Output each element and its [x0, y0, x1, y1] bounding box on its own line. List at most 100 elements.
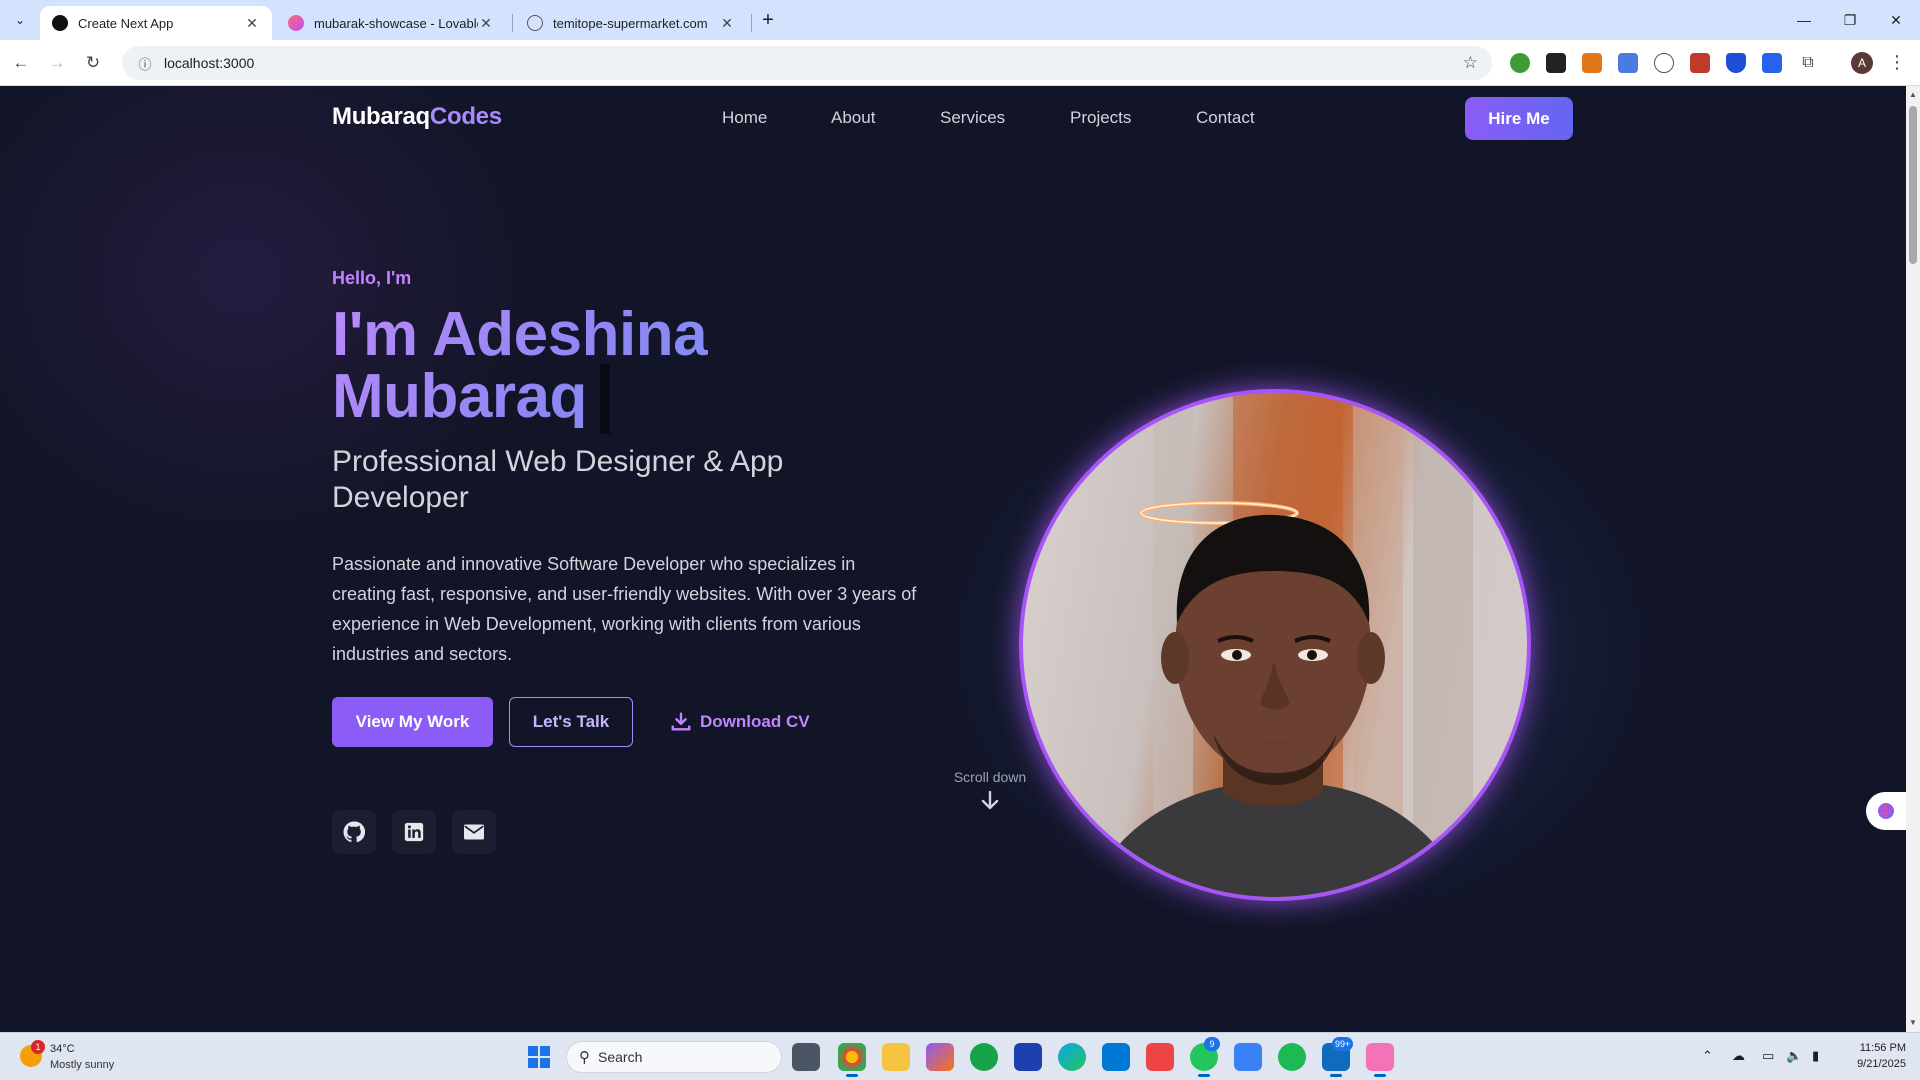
hero-bio: Passionate and innovative Software Devel… [332, 554, 917, 664]
brain-icon [1878, 803, 1894, 819]
back-arrow-icon[interactable]: ← [8, 50, 34, 76]
network-icon[interactable]: ▭ [1762, 1048, 1774, 1064]
tab-separator [751, 14, 752, 32]
browser-toolbar: ← → ↻ ⓘ localhost:3000 ☆ ⧉ A ⋮ [0, 40, 1920, 86]
tab-separator [512, 14, 513, 32]
app-store-icon[interactable] [1234, 1043, 1262, 1071]
page-viewport: MubaraqCodes Home About Services Project… [0, 86, 1906, 1032]
onedrive-icon[interactable]: ☁ [1732, 1048, 1745, 1064]
minimize-icon[interactable]: — [1786, 6, 1822, 34]
logo-main: Mubaraq [332, 103, 430, 130]
hire-me-button[interactable]: Hire Me [1465, 97, 1573, 140]
tray-chevron-icon[interactable]: ⌃ [1702, 1048, 1713, 1064]
task-view-icon[interactable] [792, 1043, 820, 1071]
spotify-icon[interactable] [1278, 1043, 1306, 1071]
clock-date[interactable]: 9/21/2025 [1846, 1058, 1906, 1070]
nav-link-projects[interactable]: Projects [1070, 108, 1131, 128]
view-my-work-button[interactable]: View My Work [332, 697, 493, 747]
hero-role: Professional Web Designer & App Develope… [332, 445, 784, 514]
weather-description[interactable]: Mostly sunny [50, 1059, 114, 1071]
restore-icon[interactable]: ❐ [1832, 6, 1868, 34]
github-link[interactable] [332, 810, 376, 854]
lovable-favicon-icon [288, 15, 304, 31]
tab-temitope-supermarket[interactable]: temitope-supermarket.com ✕ [515, 6, 747, 40]
url-text[interactable]: localhost:3000 [164, 55, 254, 71]
browser-menu-icon[interactable]: ⋮ [1888, 52, 1906, 73]
file-explorer-icon[interactable] [882, 1043, 910, 1071]
search-label: Search [598, 1049, 643, 1065]
volume-icon[interactable]: 🔈 [1786, 1048, 1802, 1064]
weather-temperature[interactable]: 34°C [50, 1043, 75, 1055]
extension-shield-icon[interactable] [1726, 53, 1746, 73]
linkedin-link[interactable] [392, 810, 436, 854]
vscode-icon[interactable] [1102, 1043, 1130, 1071]
nav-link-home[interactable]: Home [722, 108, 767, 128]
window-close-icon[interactable]: ✕ [1878, 6, 1914, 34]
site-info-icon[interactable]: ⓘ [130, 54, 160, 73]
windows-start-icon[interactable] [528, 1046, 550, 1068]
extension-blue-icon[interactable] [1762, 53, 1782, 73]
scrollbar-thumb[interactable] [1909, 106, 1917, 264]
metamask-extension-icon[interactable] [1582, 53, 1602, 73]
floating-assistant-widget[interactable] [1866, 792, 1906, 830]
hero-name-line1: I'm Adeshina [332, 300, 708, 369]
download-cv-label: Download CV [700, 712, 810, 731]
nav-link-contact[interactable]: Contact [1196, 108, 1255, 128]
tab-close-icon[interactable]: ✕ [244, 15, 260, 31]
whatsapp-badge: 9 [1204, 1037, 1220, 1051]
tab-title: mubarak-showcase - Lovable [314, 15, 478, 31]
extension-green-icon[interactable] [1510, 53, 1530, 73]
hero-name: I'm Adeshina Mubaraq [332, 304, 892, 428]
outlook-badge: 99+ [1332, 1037, 1354, 1051]
hero-name-line2: Mubaraq [332, 362, 587, 431]
nav-link-services[interactable]: Services [940, 108, 1005, 128]
site-navbar: MubaraqCodes Home About Services Project… [0, 86, 1906, 148]
tab-close-icon[interactable]: ✕ [478, 15, 494, 31]
nav-link-about[interactable]: About [831, 108, 875, 128]
search-icon: ⚲ [579, 1049, 590, 1066]
tab-mubarak-showcase[interactable]: mubarak-showcase - Lovable ✕ [276, 6, 506, 40]
typing-cursor [600, 364, 610, 434]
globe-favicon-icon [527, 15, 543, 31]
scroll-up-arrow-icon[interactable]: ▲ [1909, 90, 1917, 99]
store-icon[interactable] [1014, 1043, 1042, 1071]
scroll-down-arrow-icon[interactable]: ▼ [1909, 1018, 1917, 1027]
tab-title: temitope-supermarket.com [553, 15, 708, 31]
tab-title: Create Next App [78, 15, 174, 31]
chrome-app-icon[interactable] [838, 1043, 866, 1077]
tab-create-next-app[interactable]: Create Next App ✕ [40, 6, 272, 40]
site-logo[interactable]: MubaraqCodes [332, 103, 502, 131]
tab-close-icon[interactable]: ✕ [719, 15, 735, 31]
taskbar-search[interactable]: ⚲ Search [566, 1041, 782, 1073]
new-tab-plus-icon[interactable]: + [756, 8, 780, 32]
clock-time[interactable]: 11:56 PM [1846, 1042, 1906, 1054]
itunes-icon[interactable] [1366, 1043, 1394, 1077]
browser-tab-bar: ⌄ Create Next App ✕ mubarak-showcase - L… [0, 0, 1920, 40]
edge-icon[interactable] [1058, 1043, 1086, 1071]
reload-icon[interactable]: ↻ [80, 50, 106, 76]
address-bar[interactable]: ⓘ localhost:3000 ☆ [122, 46, 1492, 80]
page-scrollbar[interactable]: ▲ ▼ [1906, 86, 1920, 1032]
nextjs-favicon-icon [52, 15, 68, 31]
profile-avatar[interactable]: A [1851, 52, 1873, 74]
extension-dark-icon[interactable] [1546, 53, 1566, 73]
extensions-puzzle-icon[interactable]: ⧉ [1798, 53, 1818, 73]
tab-list-chevron-icon[interactable]: ⌄ [8, 8, 32, 32]
bookmark-star-icon[interactable]: ☆ [1463, 53, 1478, 73]
extension-red-icon[interactable] [1690, 53, 1710, 73]
forward-arrow-icon[interactable]: → [44, 50, 70, 76]
whatsapp-icon[interactable] [970, 1043, 998, 1071]
arrow-down-icon [981, 791, 999, 810]
hero-greeting: Hello, I'm [332, 268, 412, 288]
weather-badge: 1 [31, 1040, 45, 1054]
extension-circle-icon[interactable] [1654, 53, 1674, 73]
lets-talk-button[interactable]: Let's Talk [509, 697, 633, 747]
battery-icon[interactable]: ▮ [1812, 1048, 1819, 1064]
github-icon [343, 821, 365, 843]
download-icon [671, 712, 691, 731]
red-app-icon[interactable] [1146, 1043, 1174, 1071]
download-cv-button[interactable]: Download CV [670, 697, 810, 747]
copilot-icon[interactable] [926, 1043, 954, 1071]
email-link[interactable] [452, 810, 496, 854]
extension-doc-icon[interactable] [1618, 53, 1638, 73]
